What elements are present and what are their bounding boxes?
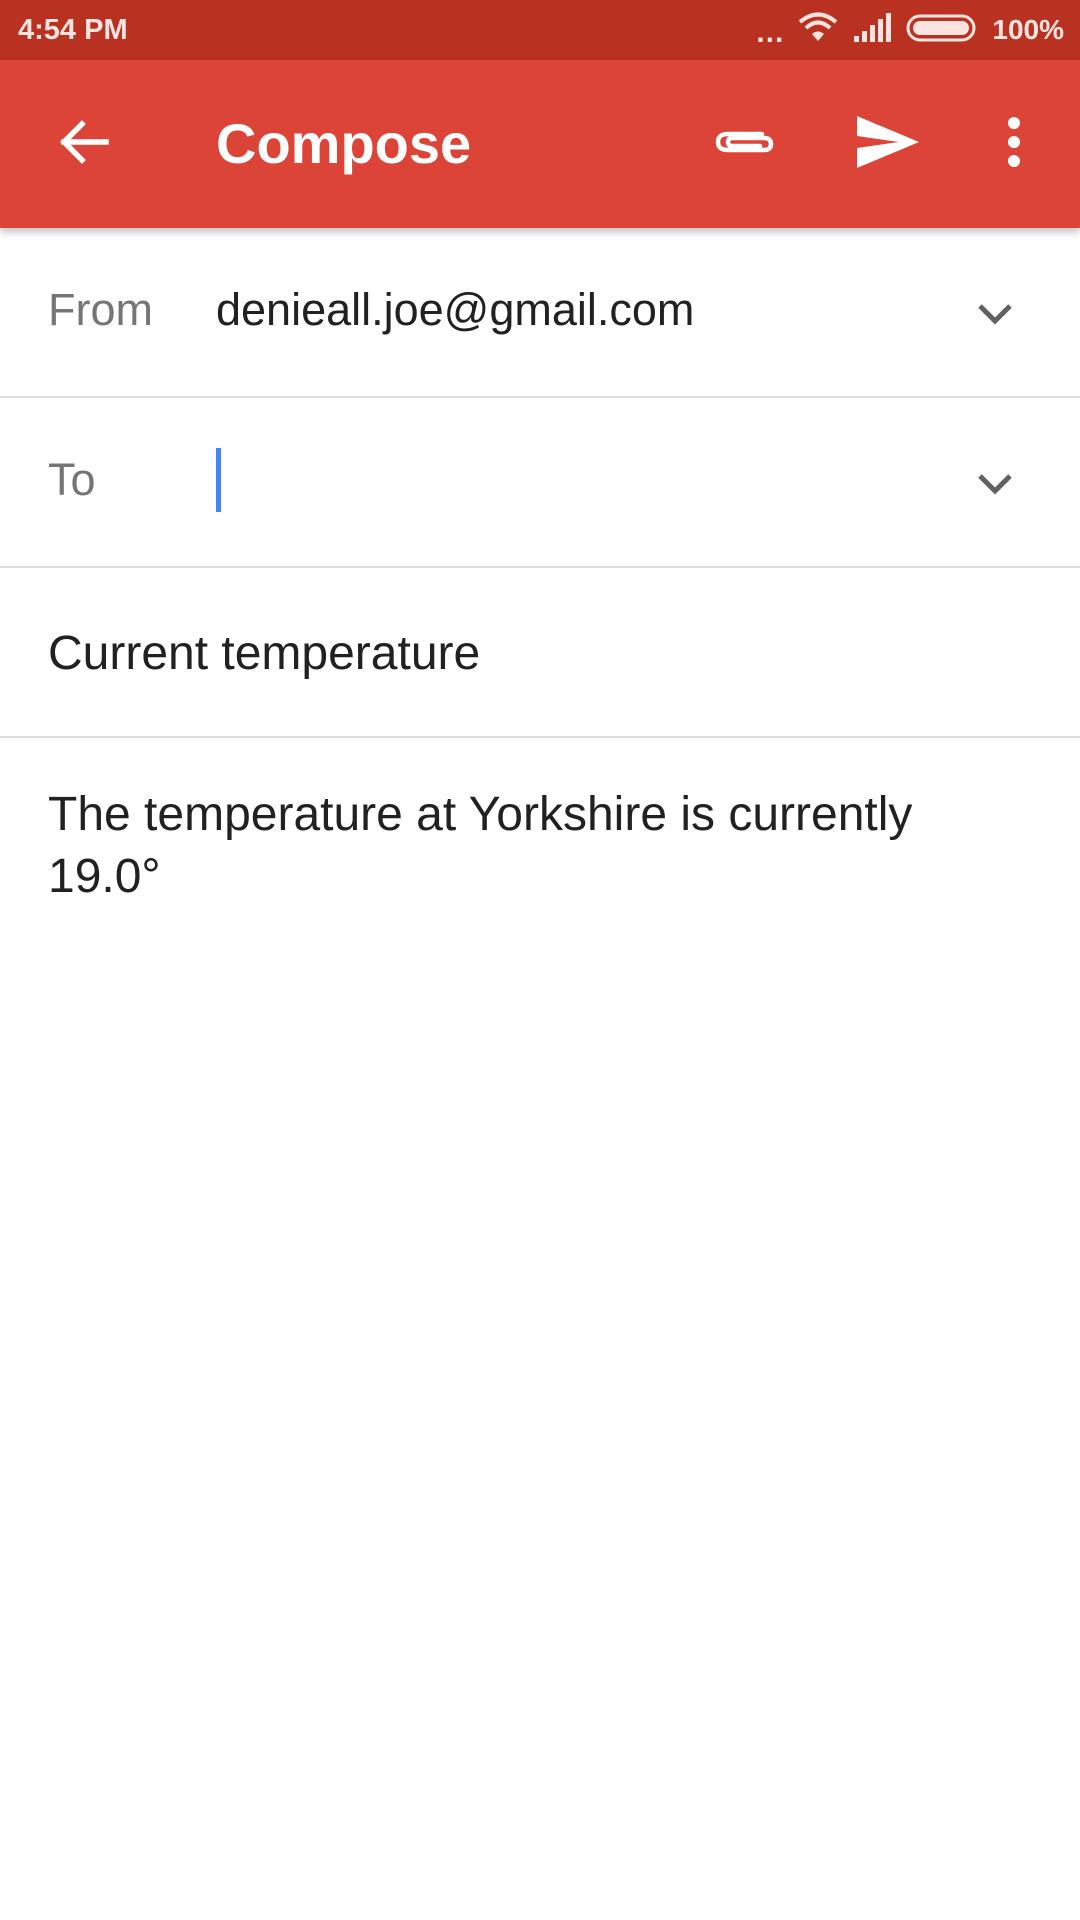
- send-icon: [855, 114, 921, 175]
- status-dots: ...: [756, 16, 785, 49]
- attachment-icon: [712, 125, 778, 164]
- from-row[interactable]: From denieall.joe@gmail.com: [0, 228, 1080, 398]
- status-time: 4:54 PM: [18, 14, 128, 46]
- status-bar: 4:54 PM ... 100%: [0, 0, 1080, 60]
- from-value[interactable]: denieall.joe@gmail.com: [216, 284, 694, 336]
- attach-button[interactable]: [700, 104, 790, 184]
- from-chevron-down-icon[interactable]: [970, 288, 1020, 338]
- from-label: From: [48, 284, 153, 335]
- back-arrow-icon: [56, 118, 112, 171]
- signal-icon: [852, 12, 892, 49]
- to-row[interactable]: To: [0, 398, 1080, 568]
- compose-body[interactable]: The temperature at Yorkshire is currentl…: [48, 784, 1038, 908]
- back-button[interactable]: [40, 104, 128, 184]
- wifi-icon: [798, 11, 838, 50]
- more-vert-icon: [1006, 116, 1022, 173]
- to-chevron-down-icon[interactable]: [970, 458, 1020, 508]
- status-icons: ... 100%: [756, 10, 1064, 50]
- battery-icon: [906, 13, 978, 48]
- battery-percent: 100%: [992, 14, 1064, 45]
- send-button[interactable]: [846, 104, 930, 184]
- to-label: To: [48, 454, 96, 505]
- page-title: Compose: [216, 112, 472, 175]
- app-toolbar: Compose: [0, 60, 1080, 228]
- text-cursor: [216, 448, 221, 512]
- subject-field[interactable]: Current temperature: [48, 626, 480, 681]
- subject-row[interactable]: Current temperature: [0, 568, 1080, 738]
- more-options-button[interactable]: [984, 104, 1044, 184]
